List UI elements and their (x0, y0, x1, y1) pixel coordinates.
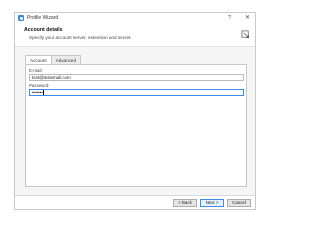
profile-wizard-window: Profile Wizard ? ✕ Account details Speci… (14, 12, 256, 210)
button-bar: < Back Next > Cancel (15, 196, 255, 210)
tab-account[interactable]: Account (25, 55, 52, 64)
header-subtitle: Specify your account server, extension a… (29, 35, 132, 40)
email-field[interactable]: test@testemail.com (29, 74, 244, 81)
tab-advanced[interactable]: Advanced (50, 55, 82, 64)
close-button[interactable]: ✕ (245, 13, 250, 23)
help-button[interactable]: ? (228, 13, 231, 23)
password-label: Password: (29, 83, 50, 88)
wizard-content: Account Advanced E-mail: test@testemail.… (15, 47, 255, 196)
app-logo-icon (18, 15, 24, 21)
password-value: ••••••• (32, 90, 43, 95)
back-button[interactable]: < Back (173, 199, 197, 207)
text-caret (43, 90, 44, 95)
tab-strip: Account Advanced (25, 55, 82, 64)
next-button[interactable]: Next > (200, 199, 224, 207)
window-title: Profile Wizard (27, 15, 59, 21)
account-panel: E-mail: test@testemail.com Password: •••… (25, 64, 247, 187)
header-title: Account details (24, 27, 63, 33)
password-field[interactable]: ••••••• (29, 89, 244, 96)
wizard-header: Account details Specify your account ser… (15, 24, 255, 47)
cancel-button[interactable]: Cancel (227, 199, 251, 207)
title-bar: Profile Wizard ? ✕ (15, 13, 255, 24)
email-label: E-mail: (29, 68, 43, 73)
email-value: test@testemail.com (32, 75, 71, 80)
account-settings-icon (241, 30, 250, 39)
